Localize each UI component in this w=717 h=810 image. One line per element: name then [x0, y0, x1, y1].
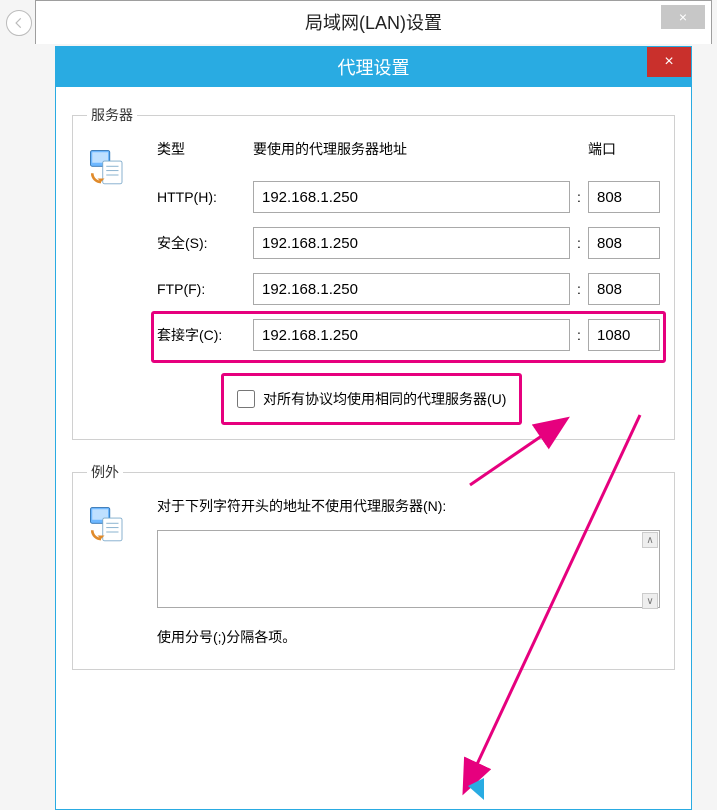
same-proxy-label: 对所有协议均使用相同的代理服务器(U)	[263, 389, 506, 409]
secure-label: 安全(S):	[157, 233, 253, 253]
same-proxy-checkbox[interactable]	[237, 390, 255, 408]
lan-close-button[interactable]: ×	[661, 5, 705, 29]
colon: :	[570, 327, 588, 343]
lan-settings-window: 局域网(LAN)设置 ×	[35, 0, 712, 44]
dialog-body: 服务器 类型 要使用的代理服务器地址 端口	[56, 87, 691, 702]
exceptions-icon	[87, 504, 129, 546]
row-secure: 安全(S): :	[157, 227, 660, 259]
textarea-scroll-up[interactable]: ∧	[642, 532, 658, 548]
exceptions-legend: 例外	[87, 462, 123, 482]
ftp-port-input[interactable]	[588, 273, 660, 305]
exceptions-label: 对于下列字符开头的地址不使用代理服务器(N):	[157, 496, 660, 516]
close-icon: ×	[664, 53, 673, 71]
server-grid: 类型 要使用的代理服务器地址 端口 HTTP(H): : 安全(S): :	[157, 139, 660, 421]
lan-settings-title: 局域网(LAN)设置	[36, 1, 711, 43]
colon: :	[570, 235, 588, 251]
header-port: 端口	[588, 139, 660, 159]
proxy-close-button[interactable]: ×	[647, 47, 691, 77]
server-group: 服务器 类型 要使用的代理服务器地址 端口	[72, 105, 675, 440]
proxy-titlebar: 代理设置 ×	[56, 47, 691, 87]
http-address-input[interactable]	[253, 181, 570, 213]
row-socks: 套接字(C): :	[157, 319, 660, 351]
socks-port-input[interactable]	[588, 319, 660, 351]
socks-address-input[interactable]	[253, 319, 570, 351]
header-type: 类型	[157, 139, 253, 159]
header-address: 要使用的代理服务器地址	[253, 139, 570, 159]
close-icon: ×	[679, 9, 687, 25]
proxy-title: 代理设置	[338, 54, 410, 80]
http-label: HTTP(H):	[157, 189, 253, 205]
exceptions-note: 使用分号(;)分隔各项。	[157, 627, 660, 647]
http-port-input[interactable]	[588, 181, 660, 213]
textarea-scroll-down[interactable]: ∨	[642, 593, 658, 609]
exceptions-group: 例外 对于下列字符开头的地址不使用代理服务器(N): ∧	[72, 462, 675, 670]
ftp-address-input[interactable]	[253, 273, 570, 305]
secure-address-input[interactable]	[253, 227, 570, 259]
back-button[interactable]	[6, 10, 32, 36]
colon: :	[570, 189, 588, 205]
proxy-settings-dialog: 代理设置 × 服务器 类	[55, 46, 692, 810]
row-ftp: FTP(F): :	[157, 273, 660, 305]
same-proxy-row[interactable]: 对所有协议均使用相同的代理服务器(U)	[227, 377, 516, 421]
secure-port-input[interactable]	[588, 227, 660, 259]
chevron-left-icon	[12, 16, 26, 30]
row-http: HTTP(H): :	[157, 181, 660, 213]
colon: :	[570, 281, 588, 297]
socks-label: 套接字(C):	[157, 325, 253, 345]
server-headers: 类型 要使用的代理服务器地址 端口	[157, 139, 660, 159]
ftp-label: FTP(F):	[157, 281, 253, 297]
server-group-legend: 服务器	[87, 105, 137, 125]
exceptions-textarea[interactable]	[157, 530, 660, 608]
server-icon	[87, 147, 129, 189]
exceptions-body: 对于下列字符开头的地址不使用代理服务器(N): ∧ ∨ 使用分号(;)分隔各项。	[157, 496, 660, 647]
